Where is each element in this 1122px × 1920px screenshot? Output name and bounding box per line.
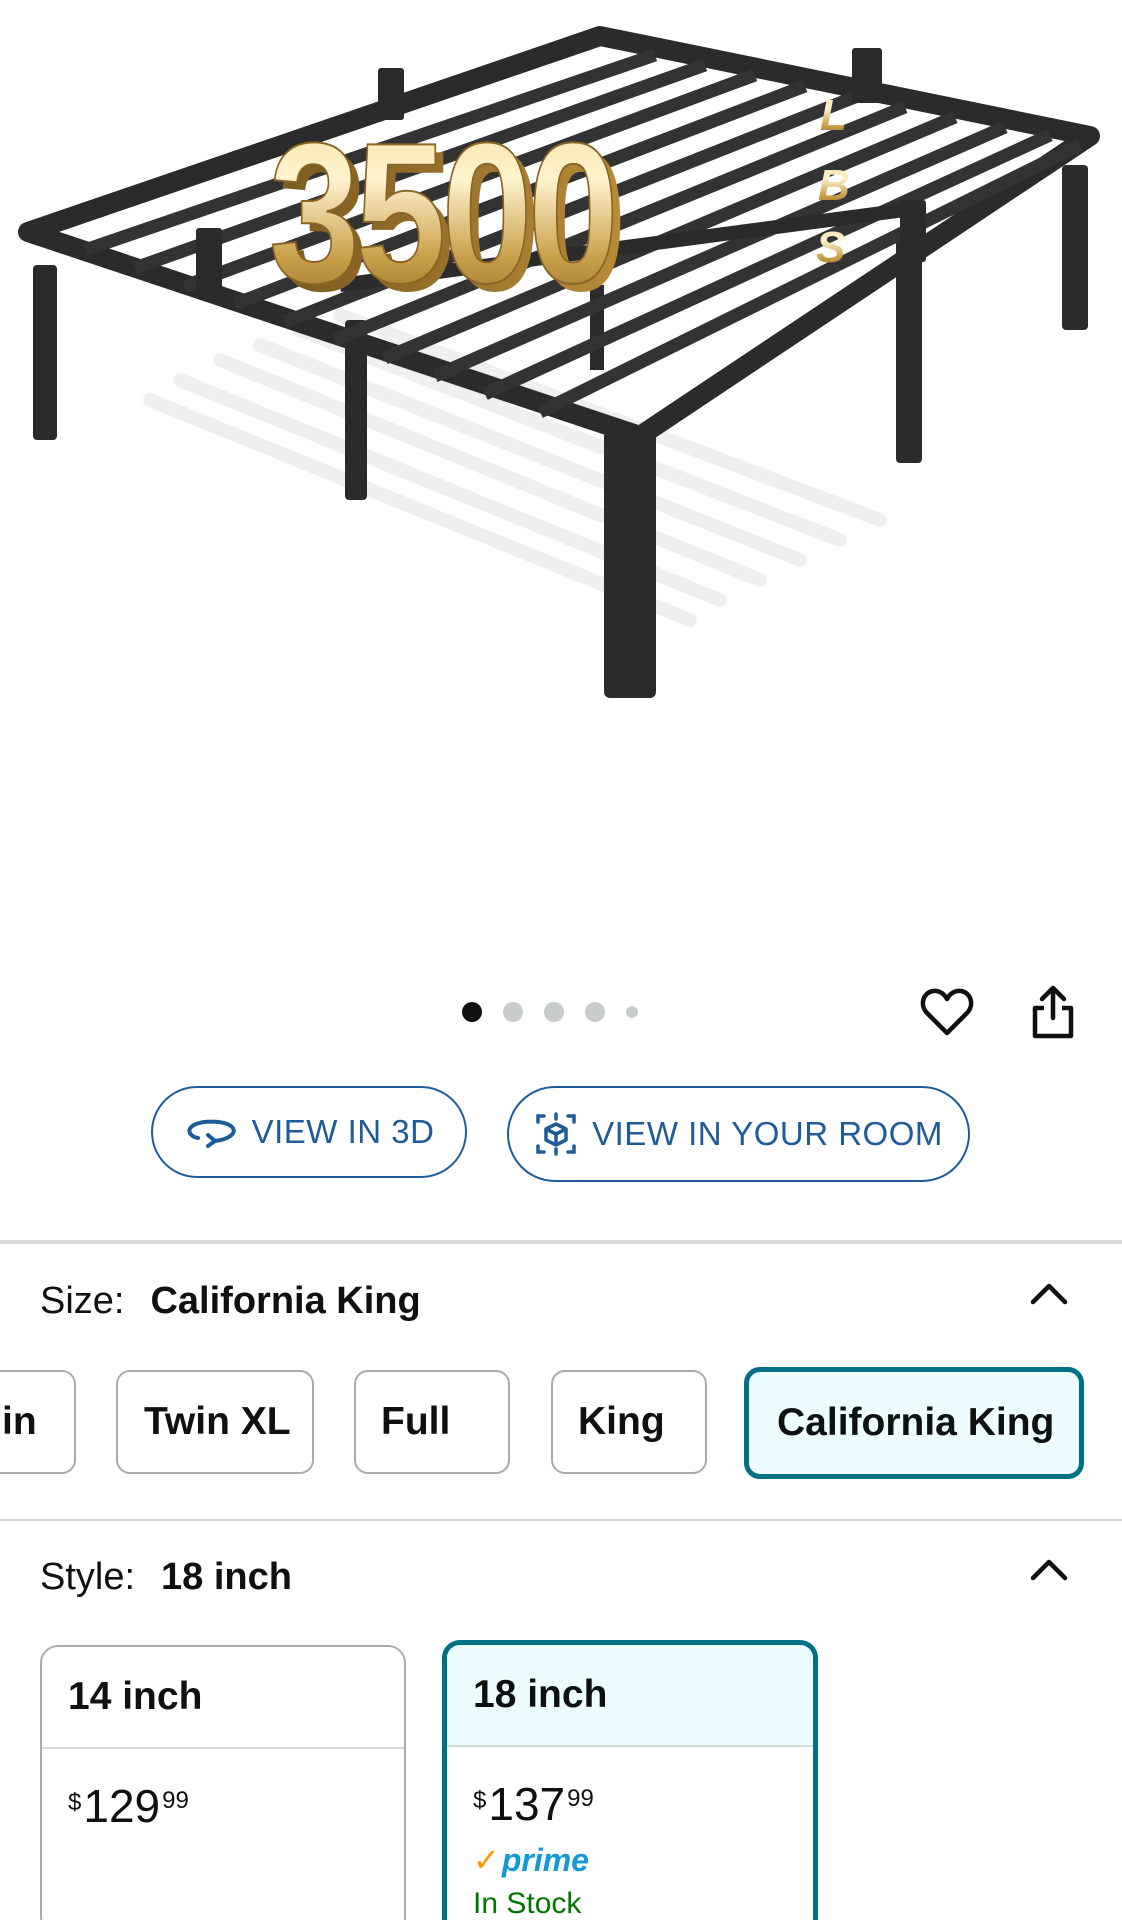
price-fraction: 99 <box>567 1785 594 1812</box>
svg-text:S: S <box>816 223 845 272</box>
style-option-name: 18 inch <box>447 1645 813 1747</box>
style-option-18-inch[interactable]: 18 inch $ 137 99 ✓ prime In Stock <box>442 1640 818 1920</box>
carousel-dot[interactable] <box>544 1002 564 1022</box>
chevron-up-icon[interactable] <box>1027 1278 1071 1308</box>
size-label: Size: <box>40 1280 125 1322</box>
size-selector-header[interactable]: Size: California King <box>40 1280 421 1323</box>
view-in-your-room-label: VIEW IN YOUR ROOM <box>592 1115 943 1152</box>
favorite-button[interactable] <box>915 980 979 1044</box>
style-option-14-inch[interactable]: 14 inch $ 129 99 <box>40 1645 406 1920</box>
view-in-3d-button[interactable]: VIEW IN 3D <box>151 1086 467 1178</box>
size-option-label: King <box>578 1400 665 1443</box>
share-button[interactable] <box>1021 980 1085 1044</box>
heart-outline-icon <box>920 988 974 1036</box>
price-whole: 137 <box>488 1778 566 1830</box>
availability-status: In Stock <box>473 1887 582 1920</box>
prime-badge: ✓ prime <box>447 1841 813 1879</box>
size-option-california-king[interactable]: California King <box>744 1367 1084 1479</box>
size-option-label: Full <box>381 1400 451 1443</box>
carousel-dot[interactable] <box>585 1002 605 1022</box>
style-option-price: $ 129 99 <box>42 1783 404 1829</box>
size-option-label: Twin XL <box>144 1400 291 1443</box>
carousel-dot[interactable] <box>503 1002 523 1022</box>
size-option-king[interactable]: King <box>551 1370 707 1474</box>
style-option-name: 14 inch <box>42 1647 404 1749</box>
size-option-twin-xl[interactable]: Twin XL <box>116 1370 314 1474</box>
svg-text:3500: 3500 <box>269 100 614 324</box>
view-in-3d-label: VIEW IN 3D <box>251 1113 435 1150</box>
price-currency: $ <box>473 1787 487 1814</box>
style-selector-header[interactable]: Style: 18 inch <box>40 1556 292 1599</box>
view-in-your-room-button[interactable]: VIEW IN YOUR ROOM <box>507 1086 970 1182</box>
selected-size-value: California King <box>150 1280 421 1322</box>
carousel-dot[interactable] <box>626 1006 638 1018</box>
price-fraction: 99 <box>162 1787 189 1814</box>
section-divider <box>0 1240 1122 1244</box>
svg-text:B: B <box>818 161 850 210</box>
size-option-label: California King <box>777 1401 1055 1444</box>
selected-style-value: 18 inch <box>161 1556 292 1598</box>
share-icon <box>1032 985 1074 1039</box>
ar-cube-icon <box>534 1112 578 1156</box>
size-option-label: in <box>2 1400 37 1443</box>
size-option-full[interactable]: Full <box>354 1370 510 1474</box>
chevron-up-icon[interactable] <box>1027 1554 1071 1584</box>
image-carousel-indicator[interactable] <box>462 1002 659 1022</box>
style-label: Style: <box>40 1556 136 1598</box>
size-option-twin[interactable]: in <box>0 1370 76 1474</box>
prime-label: prime <box>501 1841 589 1878</box>
bed-frame-illustration: 3500 3500 L B S <box>18 26 1100 698</box>
prime-check-icon: ✓ <box>473 1842 500 1878</box>
style-option-price: $ 137 99 <box>447 1781 813 1827</box>
carousel-dot[interactable] <box>462 1002 482 1022</box>
rotate-3d-icon <box>184 1116 238 1148</box>
svg-text:L: L <box>820 91 847 140</box>
price-currency: $ <box>68 1789 82 1816</box>
section-divider <box>0 1519 1122 1521</box>
product-image[interactable]: 3500 3500 L B S <box>0 0 1122 960</box>
price-whole: 129 <box>83 1780 161 1832</box>
